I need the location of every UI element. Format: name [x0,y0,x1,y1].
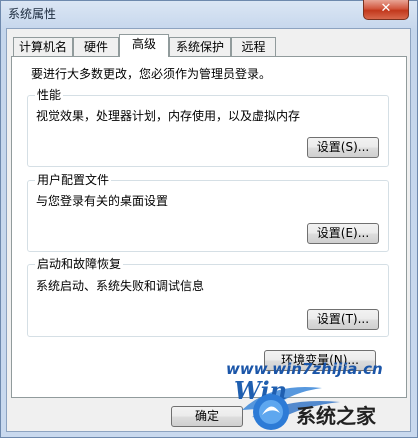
performance-description: 视觉效果，处理器计划，内存使用，以及虚拟内存 [36,109,301,123]
user-profiles-description: 与您登录有关的桌面设置 [36,194,169,208]
performance-settings-button[interactable]: 设置(S)... [307,137,379,158]
startup-recovery-settings-button[interactable]: 设置(T)... [307,309,379,330]
tab-hardware[interactable]: 硬件 [73,37,119,56]
close-icon: ✕ [380,1,392,16]
window-title: 系统属性 [8,7,57,21]
watermark-brand-text: 系统之家 [296,404,376,428]
close-button[interactable]: ✕ [363,0,409,20]
startup-recovery-title: 启动和故障恢复 [35,257,124,271]
user-profiles-title: 用户配置文件 [35,173,112,187]
watermark-badge-icon [252,393,290,431]
startup-recovery-description: 系统启动、系统失败和调试信息 [36,279,205,293]
tab-remote[interactable]: 远程 [231,37,276,56]
tab-advanced[interactable]: 高级 [119,34,169,57]
watermark-url: www.win7zhijia.cn [226,360,383,378]
user-profiles-settings-button[interactable]: 设置(E)... [307,223,379,244]
tab-system-protection[interactable]: 系统保护 [169,37,231,56]
performance-title: 性能 [35,88,64,102]
watermark-brand-plate: 系统之家 [294,398,412,430]
tab-computer-name[interactable]: 计算机名 [13,37,73,56]
admin-notice: 要进行大多数更改，您必须作为管理员登录。 [31,67,272,81]
